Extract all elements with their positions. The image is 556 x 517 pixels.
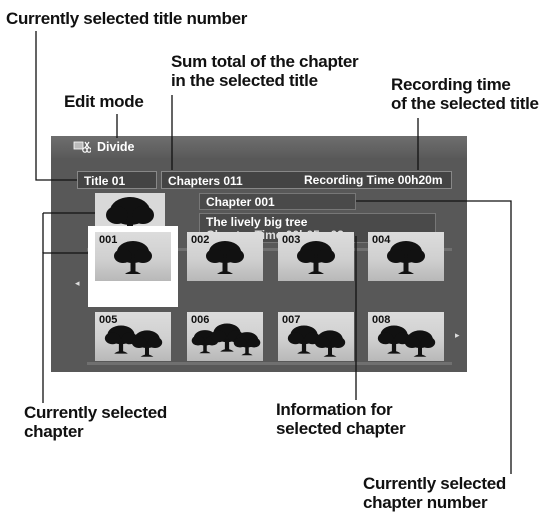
chapter-thumbnail-number: 007	[282, 314, 301, 326]
chapter-thumbnail-number: 004	[372, 234, 391, 246]
chapter-thumbnail[interactable]: 004	[368, 232, 444, 281]
mode-title-bar: Divide	[51, 136, 467, 158]
chapter-thumbnail-number: 001	[99, 234, 118, 246]
callout-selected-chapter-line1: Currently selected	[24, 403, 167, 422]
callout-info-line2: selected chapter	[276, 419, 406, 438]
chapter-thumbnail-number: 005	[99, 314, 118, 326]
divider-bottom	[87, 362, 452, 365]
chapter-thumbnail-number: 006	[191, 314, 210, 326]
callout-selected-chapter-line2: chapter	[24, 422, 84, 441]
triangle-left-icon[interactable]: ◂	[75, 278, 80, 289]
chapter-thumbnail[interactable]: 007	[278, 312, 354, 361]
chapter-number-box: Chapter 001	[199, 193, 356, 210]
title-number-box: Title 01	[77, 171, 157, 189]
triangle-right-icon[interactable]: ▸	[455, 330, 460, 341]
callout-edit-mode: Edit mode	[64, 92, 144, 111]
callout-sum-chapters-line2: in the selected title	[171, 71, 318, 90]
callout-sum-chapters-line1: Sum total of the chapter	[171, 52, 359, 71]
chapter-name: The lively big tree	[206, 215, 308, 229]
callout-recording-time-line2: of the selected title	[391, 94, 539, 113]
chapter-thumbnail-number: 002	[191, 234, 210, 246]
recording-time-label: Recording Time 00h20m	[304, 173, 443, 187]
callout-title-number: Currently selected title number	[6, 9, 248, 28]
callout-chapter-number-line2: chapter number	[363, 493, 488, 512]
chapter-thumbnail[interactable]: 005	[95, 312, 171, 361]
chapter-thumbnail-number: 008	[372, 314, 391, 326]
callout-info-line1: Information for	[276, 400, 393, 419]
chapter-thumbnail[interactable]: 001	[95, 232, 171, 281]
chapter-thumbnail[interactable]: 003	[278, 232, 354, 281]
chapter-thumbnail[interactable]: 008	[368, 312, 444, 361]
chapter-thumbnail-number: 003	[282, 234, 301, 246]
callout-chapter-number-line1: Currently selected	[363, 474, 506, 493]
chapter-thumbnail[interactable]: 002	[187, 232, 263, 281]
chapter-thumbnail[interactable]: 006	[187, 312, 263, 361]
scissors-icon	[73, 141, 91, 153]
mode-label: Divide	[97, 140, 135, 154]
callout-recording-time-line1: Recording time	[391, 75, 511, 94]
